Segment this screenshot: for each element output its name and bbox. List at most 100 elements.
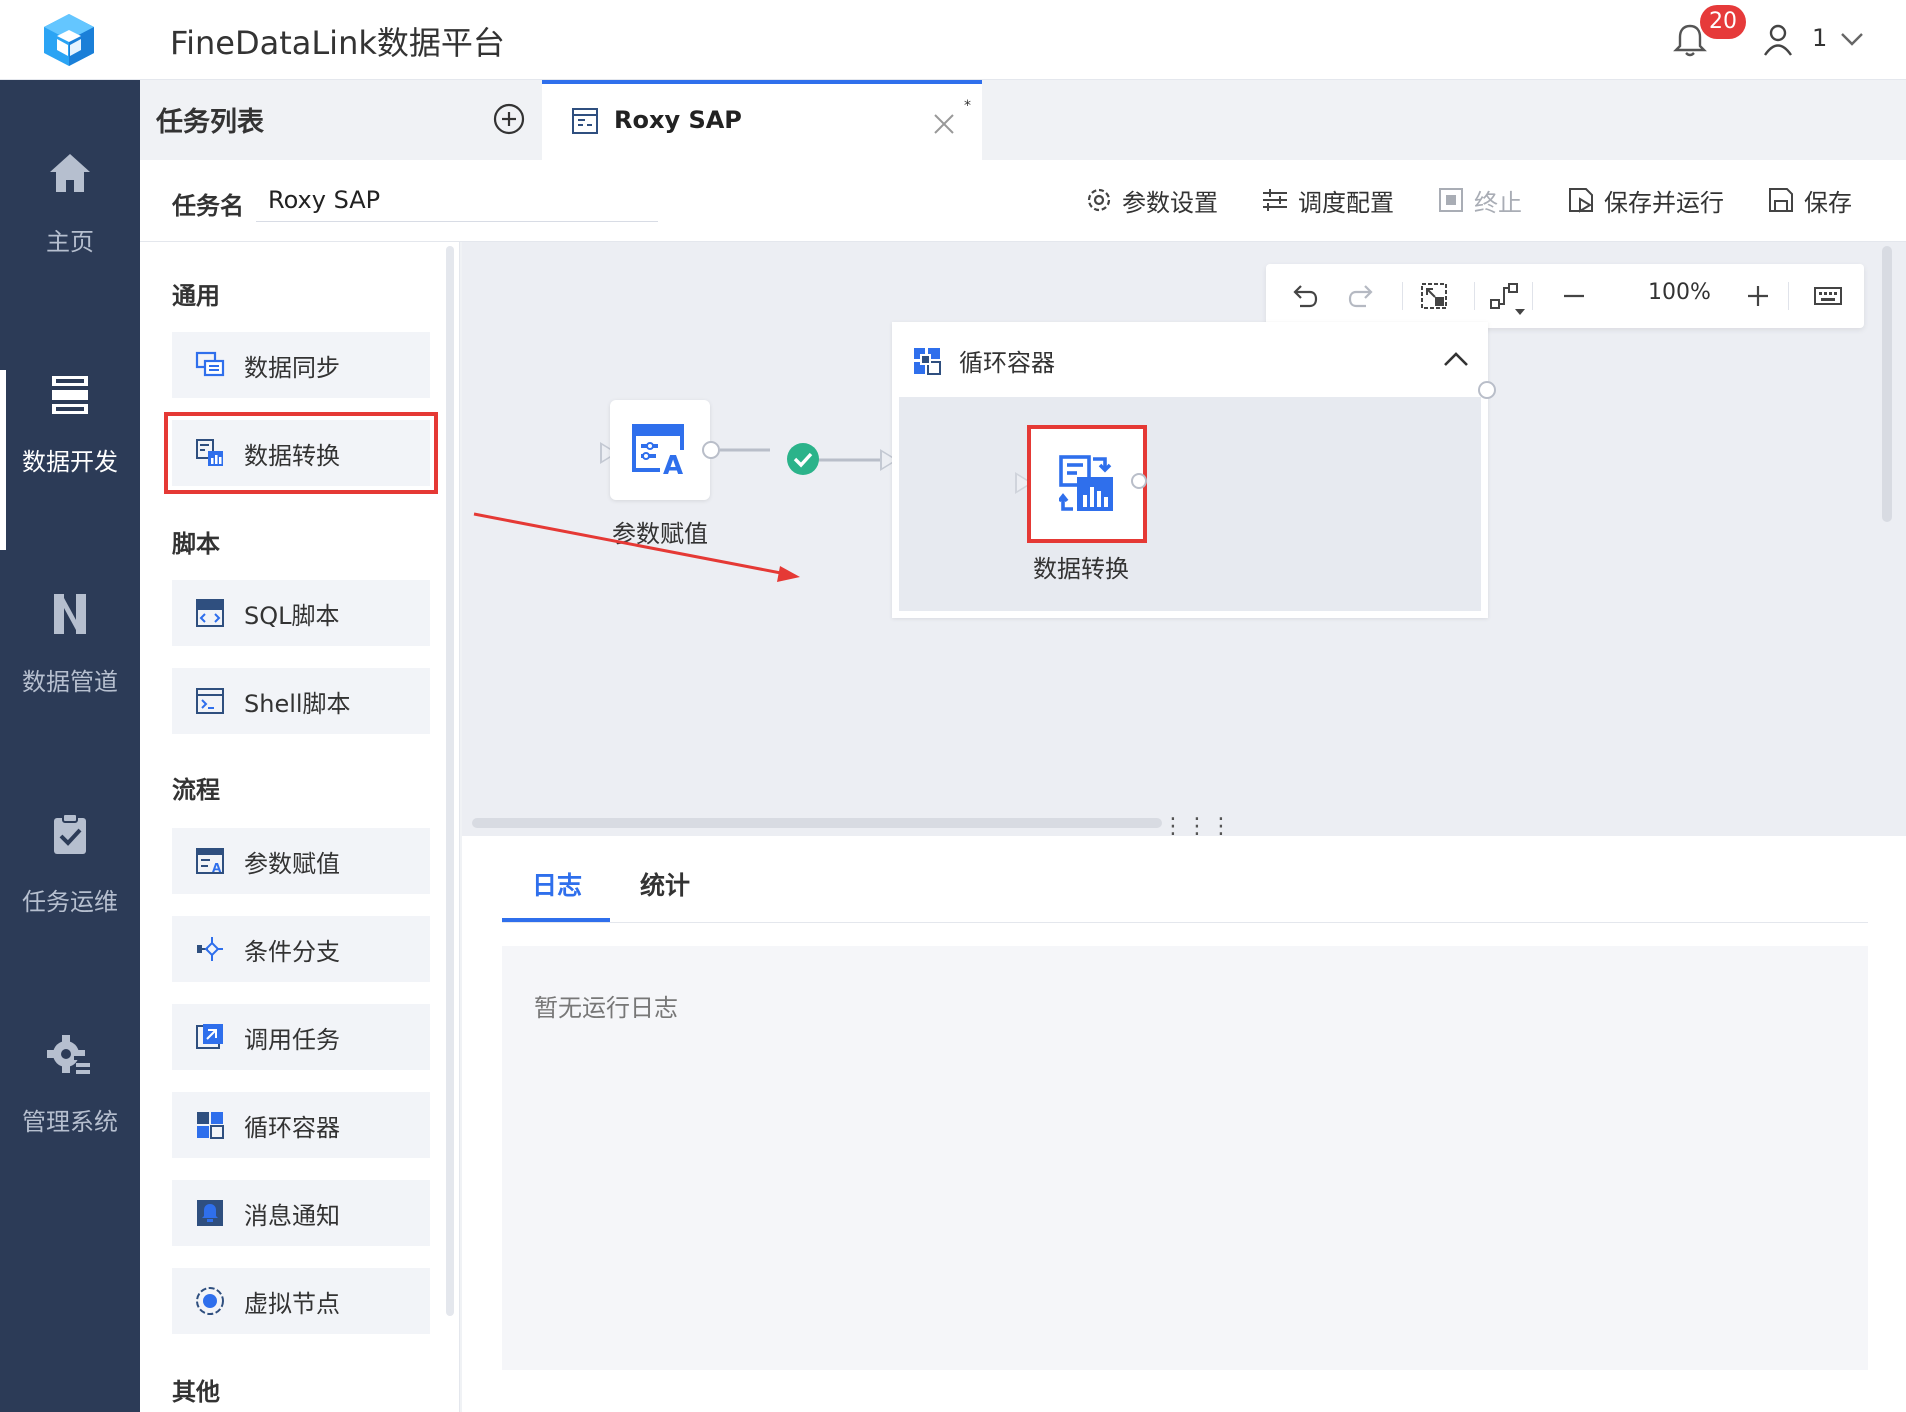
terminal-icon <box>196 688 224 714</box>
sql-icon <box>196 599 224 627</box>
tab-strip: 任务列表 Roxy SAP * <box>140 80 1906 160</box>
nav-item-label: 数据开发 <box>22 448 118 476</box>
nav-item-label: 数据管道 <box>22 668 118 696</box>
component-label: 数据同步 <box>244 353 340 382</box>
system-gear-icon <box>47 1035 90 1074</box>
loop-container-header[interactable]: 循环容器 <box>895 325 1485 397</box>
zoom-level: 100% <box>1648 280 1711 305</box>
task-name-label: 任务名 <box>172 192 244 220</box>
panel-scrollbar[interactable] <box>446 246 454 1316</box>
log-content: 暂无运行日志 <box>502 946 1868 1370</box>
component-label: 虚拟节点 <box>244 1289 340 1318</box>
node-param-assign[interactable]: A <box>610 400 710 500</box>
user-name[interactable]: 1 <box>1812 24 1827 52</box>
stop-label: 终止 <box>1474 188 1522 217</box>
nav-item-data-dev[interactable]: 数据开发 <box>0 370 140 550</box>
fit-view-icon[interactable] <box>1418 280 1450 312</box>
task-header: 任务名 参数设置 调度配置 终止 保存并运行 <box>140 160 1906 242</box>
loop-container-title: 循环容器 <box>959 349 1055 377</box>
component-shell-script[interactable]: Shell脚本 <box>172 668 430 734</box>
app-title: FineDataLink数据平台 <box>170 24 505 62</box>
component-label: Shell脚本 <box>244 689 351 718</box>
node-data-transform[interactable] <box>1027 425 1147 543</box>
stop-button[interactable]: 终止 <box>1436 180 1522 220</box>
undo-icon[interactable] <box>1288 280 1320 312</box>
nav-item-home[interactable]: 主页 <box>0 150 140 330</box>
container-output-port[interactable] <box>1478 381 1496 399</box>
nav-item-pipeline[interactable]: 数据管道 <box>0 590 140 770</box>
active-tab-indicator <box>502 918 610 922</box>
node-output-port[interactable] <box>702 441 720 459</box>
data-transform-icon <box>1059 455 1113 511</box>
svg-text:A: A <box>212 861 222 875</box>
log-empty-text: 暂无运行日志 <box>534 994 678 1022</box>
flow-canvas[interactable]: 100% A 参数赋值 循环容器 数据转换 ⋮⋮⋮ <box>462 242 1906 836</box>
component-data-transform[interactable]: 数据转换 <box>164 412 438 494</box>
nav-item-label: 任务运维 <box>22 888 118 916</box>
nav-item-system[interactable]: 管理系统 <box>0 1030 140 1210</box>
keyboard-icon[interactable] <box>1812 280 1844 312</box>
tab-stats[interactable]: 统计 <box>640 866 690 902</box>
component-label: 条件分支 <box>244 937 340 966</box>
message-notify-icon <box>197 1200 223 1226</box>
component-sql-script[interactable]: SQL脚本 <box>172 580 430 646</box>
component-panel: 通用 数据同步 数据转换 脚本 SQL脚本 Shell脚本 流程 A 参数赋值 … <box>140 242 460 1412</box>
branch-icon <box>197 937 223 961</box>
loop-container-icon <box>197 1112 224 1139</box>
section-flow-title: 流程 <box>172 776 220 804</box>
schedule-config-label: 调度配置 <box>1298 188 1394 217</box>
component-message-notify[interactable]: 消息通知 <box>172 1180 430 1246</box>
inner-node-output-port[interactable] <box>1131 473 1147 489</box>
add-circle-icon[interactable] <box>492 102 526 136</box>
component-param-assign[interactable]: A 参数赋值 <box>172 828 430 894</box>
loop-container-node[interactable]: 循环容器 数据转换 <box>892 322 1488 618</box>
nav-item-task-ops[interactable]: 任务运维 <box>0 810 140 990</box>
invoke-task-icon <box>196 1024 223 1049</box>
user-avatar-icon[interactable] <box>1760 22 1796 58</box>
data-sync-icon <box>195 351 225 377</box>
top-bar: FineDataLink数据平台 20 1 <box>0 0 1906 80</box>
save-button[interactable]: 保存 <box>1766 180 1852 220</box>
section-script-title: 脚本 <box>172 530 220 558</box>
zoom-in-icon[interactable] <box>1742 280 1774 312</box>
sliders-icon <box>1263 189 1287 211</box>
close-icon[interactable] <box>932 112 956 136</box>
node-label: 数据转换 <box>1033 555 1129 583</box>
canvas-vertical-scrollbar[interactable] <box>1882 246 1892 522</box>
task-ops-icon <box>54 813 86 854</box>
tab-roxy-sap[interactable]: Roxy SAP * <box>542 80 982 160</box>
param-assign-icon: A <box>632 424 686 478</box>
chevron-up-icon[interactable] <box>1443 349 1469 369</box>
data-transform-icon <box>196 439 223 466</box>
chevron-down-icon[interactable] <box>1838 28 1866 50</box>
canvas-horizontal-scrollbar[interactable] <box>472 818 1162 828</box>
pipeline-icon <box>54 594 86 634</box>
component-loop-container[interactable]: 循环容器 <box>172 1092 430 1158</box>
resize-grip-icon[interactable]: ⋮⋮⋮ <box>1162 814 1234 836</box>
tab-log[interactable]: 日志 <box>532 866 582 902</box>
notification-count-badge: 20 <box>1700 5 1746 39</box>
component-invoke-task[interactable]: 调用任务 <box>172 1004 430 1070</box>
params-settings-button[interactable]: 参数设置 <box>1084 180 1218 220</box>
nav-item-label: 管理系统 <box>22 1108 118 1136</box>
virtual-node-icon <box>196 1287 224 1315</box>
loop-container-body[interactable]: 数据转换 <box>899 397 1481 611</box>
save-icon <box>1769 188 1793 212</box>
component-data-sync[interactable]: 数据同步 <box>172 332 430 398</box>
redo-icon[interactable] <box>1346 280 1378 312</box>
schedule-config-button[interactable]: 调度配置 <box>1260 180 1394 220</box>
zoom-out-icon[interactable] <box>1558 280 1590 312</box>
component-condition-branch[interactable]: 条件分支 <box>172 916 430 982</box>
unsaved-marker: * <box>964 98 971 114</box>
task-name-input[interactable] <box>256 178 658 222</box>
data-dev-icon <box>52 376 88 414</box>
app-logo-icon[interactable] <box>40 12 98 68</box>
section-other-title: 其他 <box>172 1378 220 1406</box>
component-virtual-node[interactable]: 虚拟节点 <box>172 1268 430 1334</box>
toolbar-divider <box>1402 282 1403 310</box>
toolbar-divider <box>1788 282 1789 310</box>
params-settings-label: 参数设置 <box>1122 188 1218 217</box>
caret-down-icon[interactable] <box>1514 308 1526 316</box>
save-label: 保存 <box>1804 188 1852 217</box>
save-and-run-button[interactable]: 保存并运行 <box>1566 180 1724 220</box>
